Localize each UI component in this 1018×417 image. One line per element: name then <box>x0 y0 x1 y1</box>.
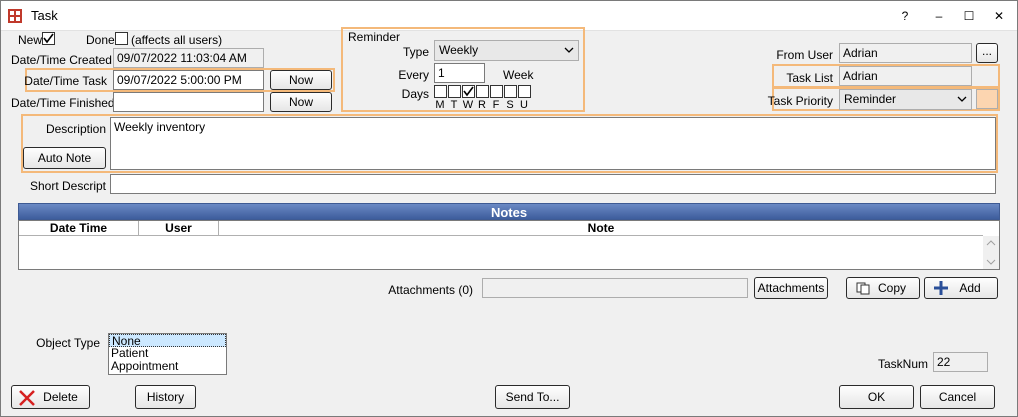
delete-x-icon <box>19 390 35 406</box>
history-button[interactable]: History <box>135 385 196 409</box>
copy-icon <box>856 282 870 295</box>
notes-header: Notes <box>18 203 1000 220</box>
done-note: (affects all users) <box>131 33 223 47</box>
new-label: New <box>18 33 43 47</box>
priority-value: Reminder <box>844 92 897 106</box>
day-checkbox-m[interactable] <box>434 85 447 98</box>
reminder-every-field[interactable]: 1 <box>434 63 485 83</box>
day-checkbox-u[interactable] <box>518 85 531 98</box>
notes-scrollbar[interactable] <box>983 236 999 269</box>
cancel-button[interactable]: Cancel <box>920 385 995 409</box>
day-letter-t: T <box>450 99 458 111</box>
done-checkbox[interactable] <box>115 32 128 45</box>
check-icon <box>43 33 54 44</box>
minimize-button[interactable]: – <box>927 5 951 27</box>
scroll-arrows-icon <box>986 240 996 265</box>
short-descript-label: Short Descript <box>29 179 106 193</box>
attachments-field <box>482 278 748 298</box>
task-now-button[interactable]: Now <box>270 70 332 90</box>
auto-note-button[interactable]: Auto Note <box>23 147 106 169</box>
object-type-option[interactable]: Appointment <box>109 360 226 373</box>
short-descript-field[interactable] <box>110 174 996 194</box>
copy-button[interactable]: Copy <box>846 277 920 299</box>
object-type-list[interactable]: None Patient Appointment <box>108 333 227 375</box>
task-window: Task ? – ☐ ✕ New Done (affects all users… <box>0 0 1018 417</box>
description-textarea[interactable]: Weekly inventory <box>110 117 996 170</box>
reminder-type-select[interactable]: Weekly <box>434 40 579 61</box>
send-to-button[interactable]: Send To... <box>495 385 570 409</box>
day-letter-r: R <box>478 99 486 111</box>
new-checkbox[interactable] <box>42 32 55 45</box>
reminder-type-label: Type <box>402 45 429 59</box>
from-user-picker-button[interactable]: ... <box>976 43 998 63</box>
day-checkbox-w[interactable] <box>462 85 475 98</box>
day-checkbox-f[interactable] <box>490 85 503 98</box>
delete-button[interactable]: Delete <box>11 385 90 409</box>
created-field: 09/07/2022 11:03:04 AM <box>113 48 264 68</box>
day-letter-w: W <box>462 99 474 111</box>
copy-label: Copy <box>877 281 906 295</box>
plus-icon <box>934 281 948 295</box>
finished-label: Date/Time Finished <box>11 96 115 110</box>
chevron-down-icon <box>957 96 967 102</box>
priority-select[interactable]: Reminder <box>839 89 972 110</box>
task-list-label: Task List <box>786 71 833 85</box>
day-checkbox-r[interactable] <box>476 85 489 98</box>
task-list-field: Adrian <box>839 66 972 86</box>
delete-label: Delete <box>43 390 78 404</box>
add-button[interactable]: Add <box>924 277 998 299</box>
add-label: Add <box>959 281 981 295</box>
created-label: Date/Time Created <box>11 53 112 67</box>
attachments-button[interactable]: Attachments <box>754 277 828 299</box>
day-letter-f: F <box>492 99 500 111</box>
tasknum-field: 22 <box>933 352 988 372</box>
check-icon <box>463 86 474 97</box>
notes-col-datetime[interactable]: Date Time <box>19 221 139 236</box>
tasknum-label: TaskNum <box>877 357 928 371</box>
attachments-label: Attachments (0) <box>388 283 473 297</box>
done-label: Done <box>86 33 115 47</box>
priority-color-swatch <box>976 89 998 109</box>
maximize-button[interactable]: ☐ <box>957 5 981 27</box>
notes-col-note[interactable]: Note <box>219 221 983 236</box>
priority-label: Task Priority <box>767 94 833 108</box>
finished-field[interactable] <box>113 92 264 112</box>
reminder-every-unit: Week <box>503 68 534 82</box>
day-letter-m: M <box>435 99 445 111</box>
window-title: Task <box>31 8 58 23</box>
task-date-field[interactable]: 09/07/2022 5:00:00 PM <box>113 70 264 90</box>
close-button[interactable]: ✕ <box>987 5 1011 27</box>
help-button[interactable]: ? <box>893 5 917 27</box>
ok-button[interactable]: OK <box>839 385 914 409</box>
reminder-type-value: Weekly <box>439 43 479 57</box>
day-checkbox-t[interactable] <box>448 85 461 98</box>
reminder-every-label: Every <box>398 68 429 82</box>
task-date-label: Date/Time Task <box>24 74 107 88</box>
chevron-down-icon <box>564 47 574 53</box>
app-grid-icon <box>8 9 22 23</box>
object-type-label: Object Type <box>36 336 100 350</box>
description-label: Description <box>45 122 106 136</box>
notes-grid[interactable]: Date Time User Note <box>18 220 1000 270</box>
reminder-days-label: Days <box>401 87 429 101</box>
notes-col-user[interactable]: User <box>139 221 219 236</box>
finished-now-button[interactable]: Now <box>270 92 332 112</box>
day-letter-s: S <box>506 99 514 111</box>
day-checkbox-s[interactable] <box>504 85 517 98</box>
reminder-group-label: Reminder <box>348 30 401 44</box>
from-user-label: From User <box>776 48 833 62</box>
day-letter-u: U <box>520 99 528 111</box>
from-user-field: Adrian <box>839 43 972 63</box>
